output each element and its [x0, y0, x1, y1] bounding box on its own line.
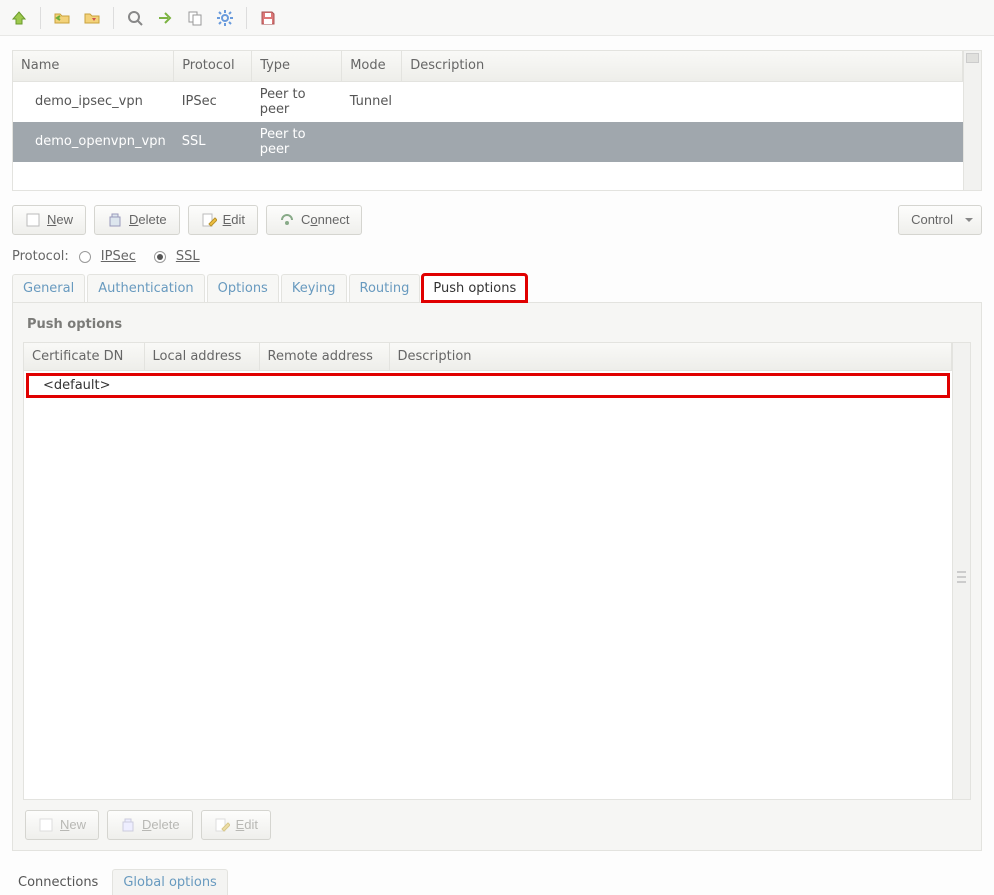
- vpn-action-bar: New Delete Edit Connect Control: [0, 199, 994, 245]
- col-name[interactable]: Name: [13, 51, 174, 81]
- control-dropdown[interactable]: Control: [898, 205, 982, 235]
- bottom-tab-row: Connections Global options: [0, 851, 994, 895]
- toolbar-separator: [113, 7, 114, 29]
- col-mode[interactable]: Mode: [342, 51, 402, 81]
- radio-ipsec[interactable]: [79, 251, 91, 263]
- push-new-button[interactable]: New: [25, 810, 99, 840]
- search-icon[interactable]: [122, 5, 148, 31]
- protocol-row: Protocol: IPSec SSL: [0, 245, 994, 274]
- connect-label: nnect: [318, 212, 350, 227]
- save-icon[interactable]: [255, 5, 281, 31]
- push-table: Certificate DN Local address Remote addr…: [23, 342, 971, 800]
- cell-name: demo_ipsec_vpn: [13, 81, 174, 122]
- new-icon: [38, 817, 54, 833]
- table-row[interactable]: demo_openvpn_vpn SSL Peer to peer: [13, 122, 963, 162]
- tab-options[interactable]: Options: [207, 274, 279, 302]
- vpn-table-scrollbar[interactable]: [963, 51, 981, 190]
- table-row[interactable]: <default>: [24, 371, 952, 799]
- control-label: Control: [911, 212, 953, 227]
- folder-import-icon[interactable]: [49, 5, 75, 31]
- radio-ssl[interactable]: [154, 251, 166, 263]
- cell-protocol: SSL: [174, 122, 252, 162]
- tab-general[interactable]: General: [12, 274, 85, 302]
- push-default-row[interactable]: <default>: [26, 373, 950, 398]
- gear-icon[interactable]: [212, 5, 238, 31]
- cell-type: Peer to peer: [252, 81, 342, 122]
- connect-button[interactable]: Connect: [266, 205, 362, 235]
- new-icon: [25, 212, 41, 228]
- tab-authentication[interactable]: Authentication: [87, 274, 204, 302]
- protocol-label: Protocol:: [12, 249, 69, 264]
- col-type[interactable]: Type: [252, 51, 342, 81]
- push-options-panel: Push options Certificate DN Local addres…: [12, 302, 982, 851]
- col-description[interactable]: Description: [389, 343, 952, 371]
- radio-ipsec-label[interactable]: IPSec: [101, 249, 136, 264]
- new-button[interactable]: New: [12, 205, 86, 235]
- cell-name: demo_openvpn_vpn: [13, 122, 174, 162]
- col-local-address[interactable]: Local address: [144, 343, 259, 371]
- folder-open-icon[interactable]: [79, 5, 105, 31]
- edit-label: dit: [231, 212, 245, 227]
- config-tab-row: General Authentication Options Keying Ro…: [0, 274, 994, 302]
- cell-description: [402, 81, 963, 122]
- tab-push-options[interactable]: Push options: [422, 274, 527, 302]
- edit-button[interactable]: Edit: [188, 205, 258, 235]
- toolbar-separator: [40, 7, 41, 29]
- toolbar-separator: [246, 7, 247, 29]
- delete-icon: [120, 817, 136, 833]
- copy-icon[interactable]: [182, 5, 208, 31]
- new-label: ew: [56, 212, 73, 227]
- col-remote-address[interactable]: Remote address: [259, 343, 389, 371]
- cell-protocol: IPSec: [174, 81, 252, 122]
- push-actions-bar: New Delete Edit: [23, 800, 971, 842]
- main-toolbar: [0, 0, 994, 36]
- delete-label: elete: [138, 212, 166, 227]
- tab-routing[interactable]: Routing: [349, 274, 421, 302]
- col-protocol[interactable]: Protocol: [174, 51, 252, 81]
- vpn-table-header-row: Name Protocol Type Mode Description: [13, 51, 963, 81]
- forward-icon[interactable]: [152, 5, 178, 31]
- up-icon[interactable]: [6, 5, 32, 31]
- delete-button[interactable]: Delete: [94, 205, 180, 235]
- col-cert-dn[interactable]: Certificate DN: [24, 343, 144, 371]
- col-description[interactable]: Description: [402, 51, 963, 81]
- cell-type: Peer to peer: [252, 122, 342, 162]
- connect-icon: [279, 212, 295, 228]
- cell-description: [402, 122, 963, 162]
- table-row[interactable]: demo_ipsec_vpn IPSec Peer to peer Tunnel: [13, 81, 963, 122]
- push-delete-button[interactable]: Delete: [107, 810, 193, 840]
- vpn-connections-table: Name Protocol Type Mode Description demo…: [12, 50, 982, 191]
- radio-ssl-label[interactable]: SSL: [176, 249, 200, 264]
- push-options-title: Push options: [27, 317, 967, 332]
- cell-mode: [342, 122, 402, 162]
- bottom-tab-connections[interactable]: Connections: [8, 870, 108, 895]
- push-edit-button[interactable]: Edit: [201, 810, 271, 840]
- cell-mode: Tunnel: [342, 81, 402, 122]
- delete-icon: [107, 212, 123, 228]
- bottom-tab-global-options[interactable]: Global options: [112, 869, 227, 895]
- push-table-scrollbar[interactable]: [952, 343, 970, 799]
- tab-keying[interactable]: Keying: [281, 274, 347, 302]
- edit-icon: [214, 817, 230, 833]
- edit-icon: [201, 212, 217, 228]
